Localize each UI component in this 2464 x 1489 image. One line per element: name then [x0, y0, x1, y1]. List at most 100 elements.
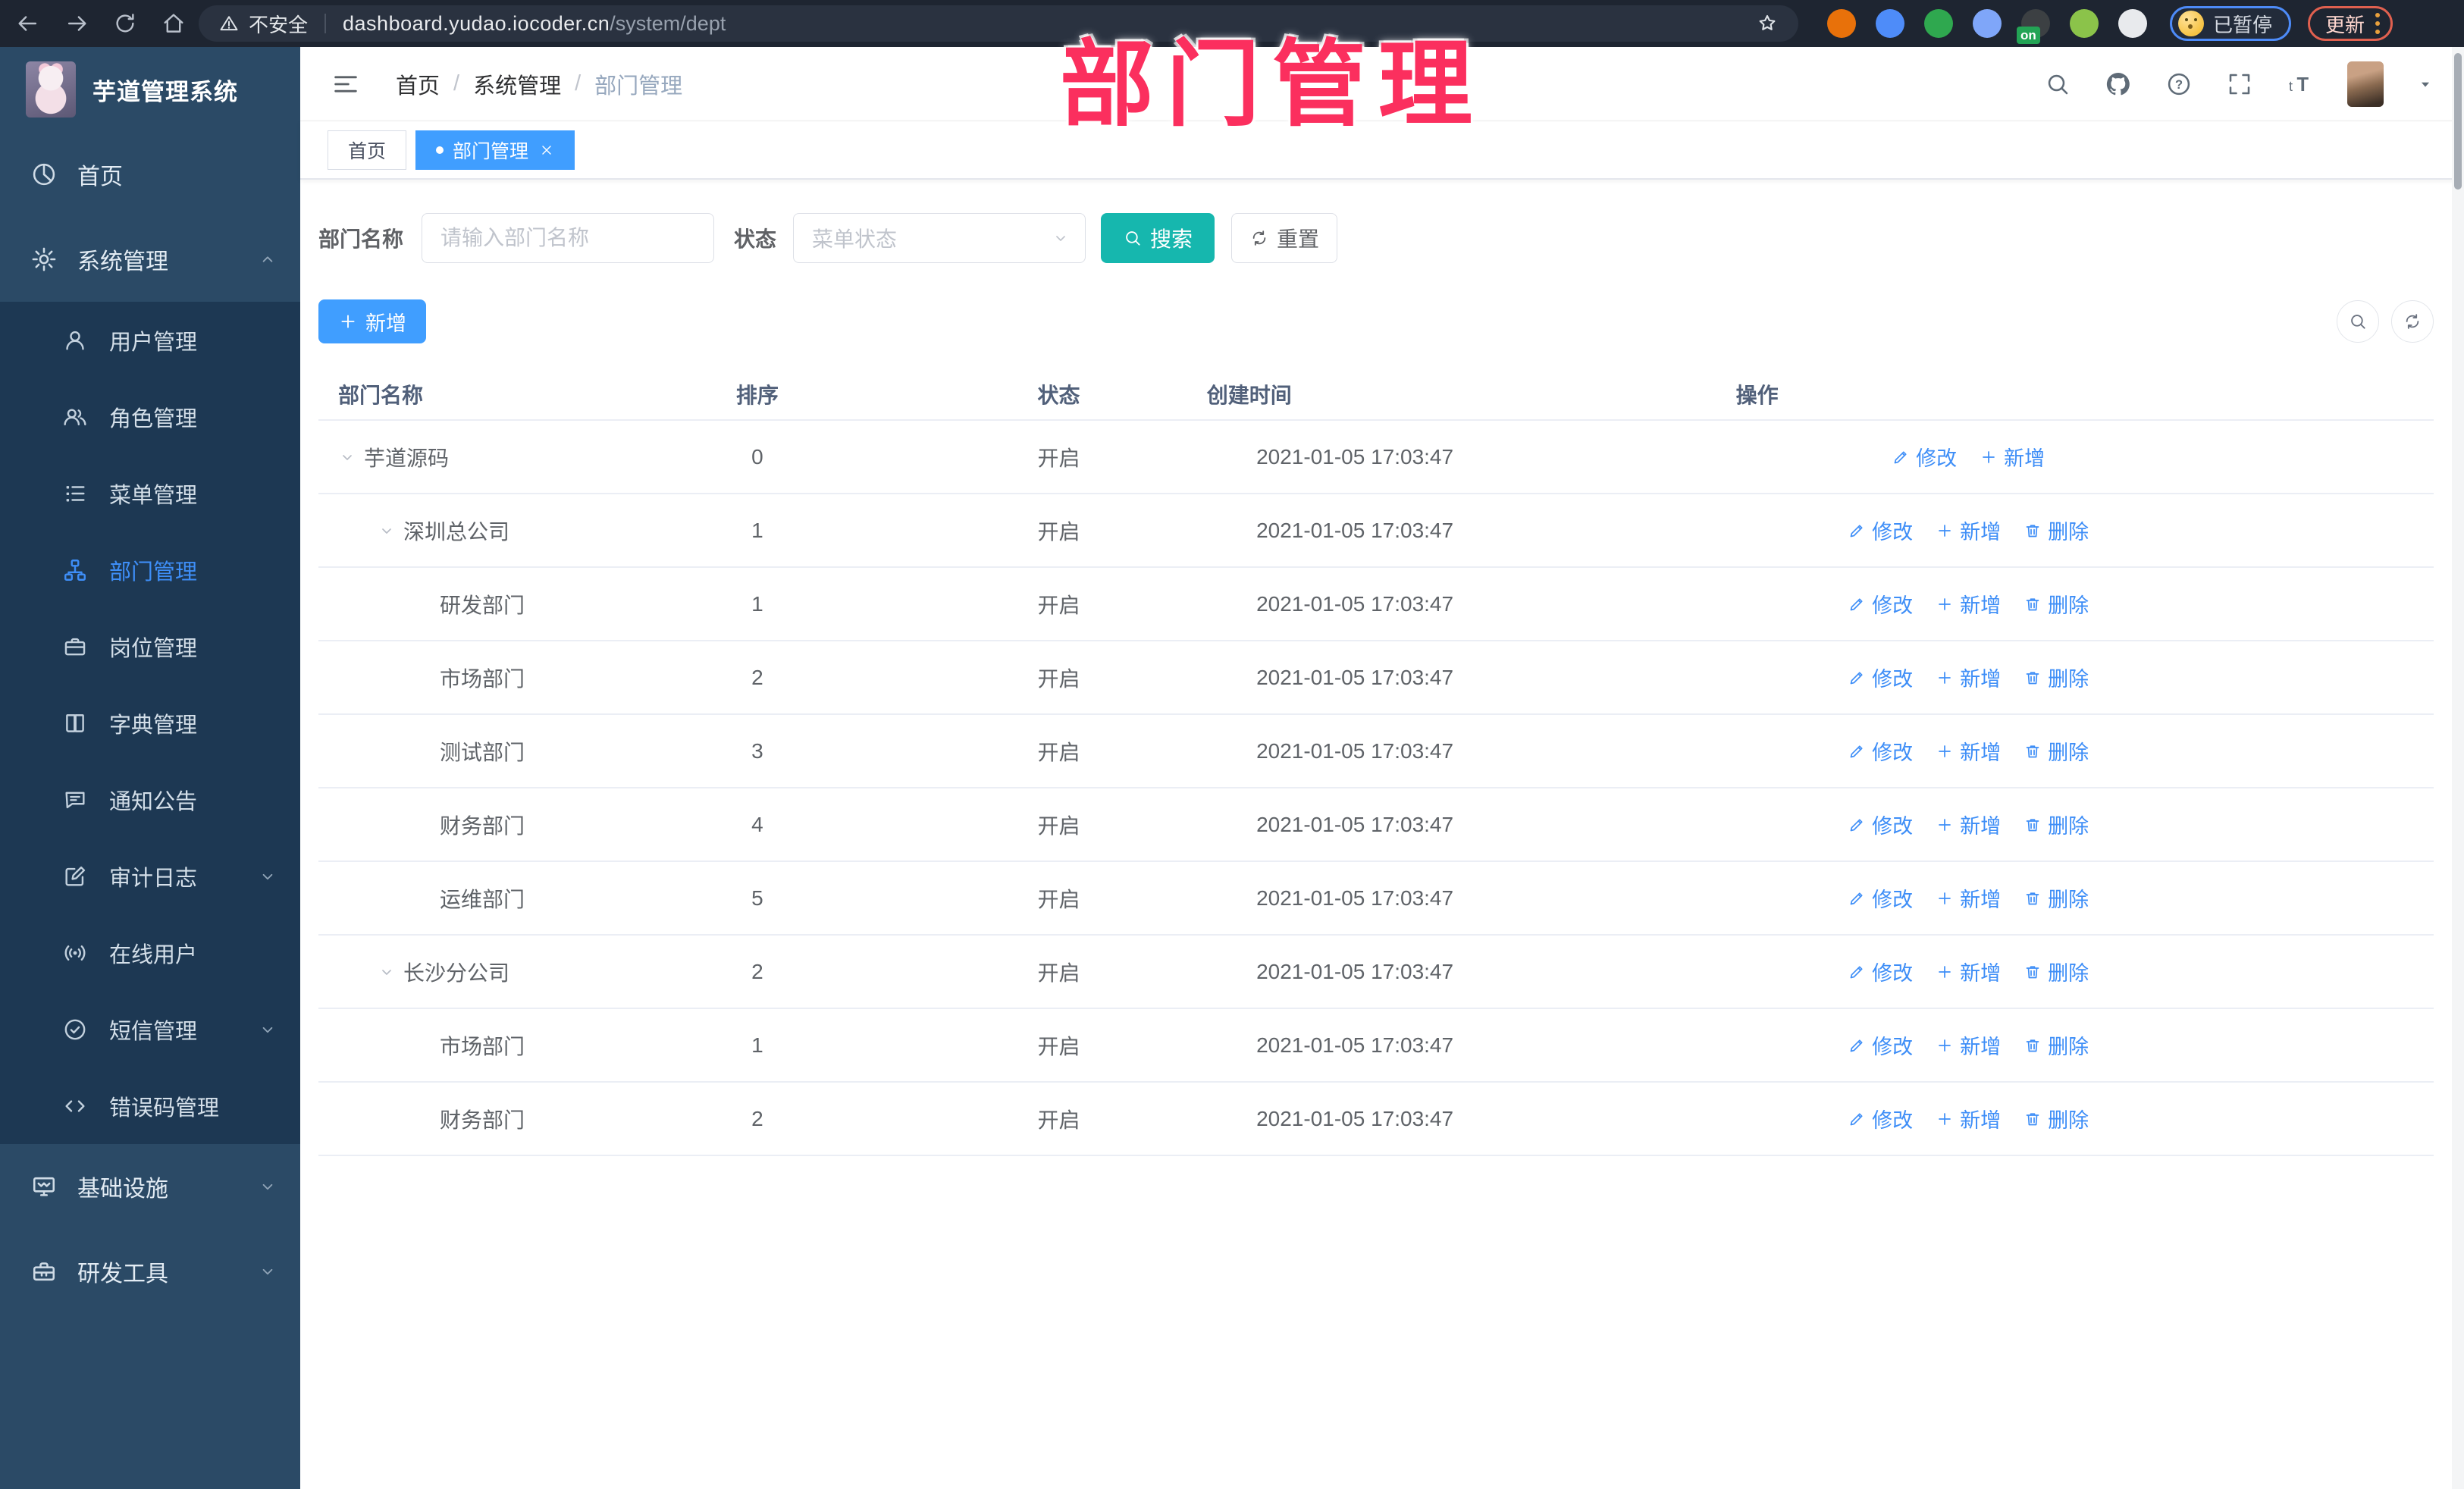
browser-profile-chip[interactable]: 已暂停 [2170, 6, 2292, 41]
logo-row[interactable]: 芋道管理系统 [0, 47, 300, 132]
row-action-modify[interactable]: 修改 [1848, 516, 1913, 545]
github-icon[interactable] [2105, 71, 2132, 98]
table-row: 测试部门 3 开启 2021-01-05 17:03:47 修改 新增 删除 [318, 715, 2434, 788]
blue-grid-extension-icon[interactable] [1973, 9, 2002, 38]
tab-dept-management[interactable]: 部门管理 [415, 130, 575, 170]
row-action-delete[interactable]: 删除 [2024, 1030, 2089, 1060]
browser-reload-icon[interactable] [112, 11, 138, 36]
sidebar-item-dev-tools[interactable]: 研发工具 [0, 1229, 300, 1314]
row-action-modify[interactable]: 修改 [1848, 1104, 1913, 1133]
browser-home-icon[interactable] [161, 11, 187, 36]
orange-ring-extension-icon[interactable] [1827, 9, 1856, 38]
sidebar-item-user-management[interactable]: 用户管理 [0, 302, 300, 378]
row-action-delete[interactable]: 删除 [2024, 736, 2089, 766]
org-tree-icon [62, 557, 88, 583]
row-action-delete[interactable]: 删除 [2024, 1104, 2089, 1133]
sidebar-item-system-management[interactable]: 系统管理 [0, 217, 300, 302]
sidebar-item-online-users[interactable]: 在线用户 [0, 914, 300, 991]
tab-label: 部门管理 [453, 140, 529, 162]
dark-lines-extension-icon[interactable]: on [2017, 9, 2050, 44]
row-action-delete[interactable]: 删除 [2024, 810, 2089, 839]
browser-back-icon[interactable] [15, 11, 41, 36]
row-action-add[interactable]: 新增 [1980, 442, 2045, 472]
row-action-modify[interactable]: 修改 [1848, 883, 1913, 913]
green-check-extension-icon[interactable] [1924, 9, 1953, 38]
sidebar-item-menu-management[interactable]: 菜单管理 [0, 455, 300, 531]
row-action-modify[interactable]: 修改 [1848, 589, 1913, 619]
row-action-add[interactable]: 新增 [1936, 663, 2001, 692]
expand-caret-icon[interactable] [378, 522, 396, 540]
table-row: 芋道源码 0 开启 2021-01-05 17:03:47 修改 新增 [318, 421, 2434, 494]
row-action-modify[interactable]: 修改 [1848, 663, 1913, 692]
add-button[interactable]: 新增 [318, 299, 426, 343]
white-figure-extension-icon[interactable] [2118, 9, 2147, 38]
row-action-modify[interactable]: 修改 [1892, 442, 1957, 472]
trash-icon [2024, 816, 2042, 834]
browser-update-button[interactable]: 更新 [2308, 6, 2393, 41]
status-select[interactable]: 菜单状态 [793, 213, 1086, 263]
user-avatar[interactable] [2347, 61, 2384, 107]
expand-caret-icon[interactable] [338, 448, 356, 466]
row-action-add[interactable]: 新增 [1936, 516, 2001, 545]
tab-close-icon[interactable] [539, 143, 554, 158]
avatar-caret-down-icon[interactable] [2417, 76, 2434, 92]
trash-icon [2024, 595, 2042, 613]
cell-created: 2021-01-05 17:03:47 [1256, 959, 1454, 983]
bookmark-star-icon[interactable] [1756, 12, 1779, 35]
row-action-add[interactable]: 新增 [1936, 883, 2001, 913]
refresh-table-button[interactable] [2391, 300, 2434, 343]
row-action-modify[interactable]: 修改 [1848, 810, 1913, 839]
row-action-add[interactable]: 新增 [1936, 589, 2001, 619]
font-size-icon[interactable]: tT [2287, 71, 2314, 98]
row-action-add[interactable]: 新增 [1936, 957, 2001, 986]
security-label[interactable]: 不安全 [249, 10, 308, 38]
fullscreen-icon[interactable] [2226, 71, 2253, 98]
search-button[interactable]: 搜索 [1101, 213, 1215, 263]
sidebar-item-post-management[interactable]: 岗位管理 [0, 608, 300, 685]
row-action-delete[interactable]: 删除 [2024, 516, 2089, 545]
row-action-add[interactable]: 新增 [1936, 1104, 2001, 1133]
breadcrumb-item[interactable]: 系统管理 [473, 68, 561, 100]
row-action-add[interactable]: 新增 [1936, 1030, 2001, 1060]
sidebar-item-sms-management[interactable]: 短信管理 [0, 991, 300, 1067]
reset-button[interactable]: 重置 [1231, 213, 1338, 263]
row-action-label: 修改 [1872, 741, 1914, 764]
hamburger-icon[interactable] [331, 69, 361, 99]
url-divider [324, 14, 327, 33]
row-action-modify[interactable]: 修改 [1848, 736, 1913, 766]
breadcrumb-item[interactable]: 首页 [396, 68, 440, 100]
tab-home[interactable]: 首页 [328, 130, 407, 170]
row-action-add[interactable]: 新增 [1936, 736, 2001, 766]
extension-badge: on [2017, 27, 2040, 44]
help-icon[interactable]: ? [2165, 71, 2193, 98]
row-action-add[interactable]: 新增 [1936, 810, 2001, 839]
row-action-modify[interactable]: 修改 [1848, 1030, 1913, 1060]
row-action-delete[interactable]: 删除 [2024, 589, 2089, 619]
sidebar-item-error-code-management[interactable]: 错误码管理 [0, 1067, 300, 1144]
browser-forward-icon[interactable] [64, 11, 89, 36]
status-label: 状态 [734, 227, 777, 251]
sidebar-item-infrastructure[interactable]: 基础设施 [0, 1144, 300, 1229]
green-figure-extension-icon[interactable] [2070, 9, 2099, 38]
row-action-delete[interactable]: 删除 [2024, 663, 2089, 692]
show-search-button[interactable] [2337, 300, 2379, 343]
row-action-delete[interactable]: 删除 [2024, 957, 2089, 986]
row-action-modify[interactable]: 修改 [1848, 957, 1913, 986]
page-scrollbar[interactable] [2452, 47, 2464, 1489]
browser-menu-icon[interactable] [2375, 13, 2381, 34]
blue-gem-extension-icon[interactable] [1876, 9, 1904, 38]
sidebar-item-audit-log[interactable]: 审计日志 [0, 838, 300, 914]
address-bar[interactable]: 不安全 dashboard.yudao.iocoder.cn /system/d… [199, 5, 1798, 42]
expand-caret-icon[interactable] [378, 963, 396, 981]
submenu-system-management: 用户管理 角色管理 菜单管理 部门管理 岗位管理 字典管理 通知公告 审计日志 在线用户 短信管理… [0, 302, 300, 1144]
search-icon[interactable] [2044, 71, 2071, 98]
sidebar-item-dept-management[interactable]: 部门管理 [0, 531, 300, 608]
sidebar-item-home[interactable]: 首页 [0, 132, 300, 217]
dept-name-input[interactable] [422, 213, 715, 263]
sidebar-item-role-management[interactable]: 角色管理 [0, 378, 300, 455]
breadcrumb: 首页 / 系统管理 / 部门管理 [396, 68, 682, 100]
sidebar-item-dict-management[interactable]: 字典管理 [0, 685, 300, 761]
row-action-delete[interactable]: 删除 [2024, 883, 2089, 913]
scrollbar-thumb[interactable] [2454, 53, 2462, 190]
sidebar-item-notice-announcement[interactable]: 通知公告 [0, 761, 300, 838]
